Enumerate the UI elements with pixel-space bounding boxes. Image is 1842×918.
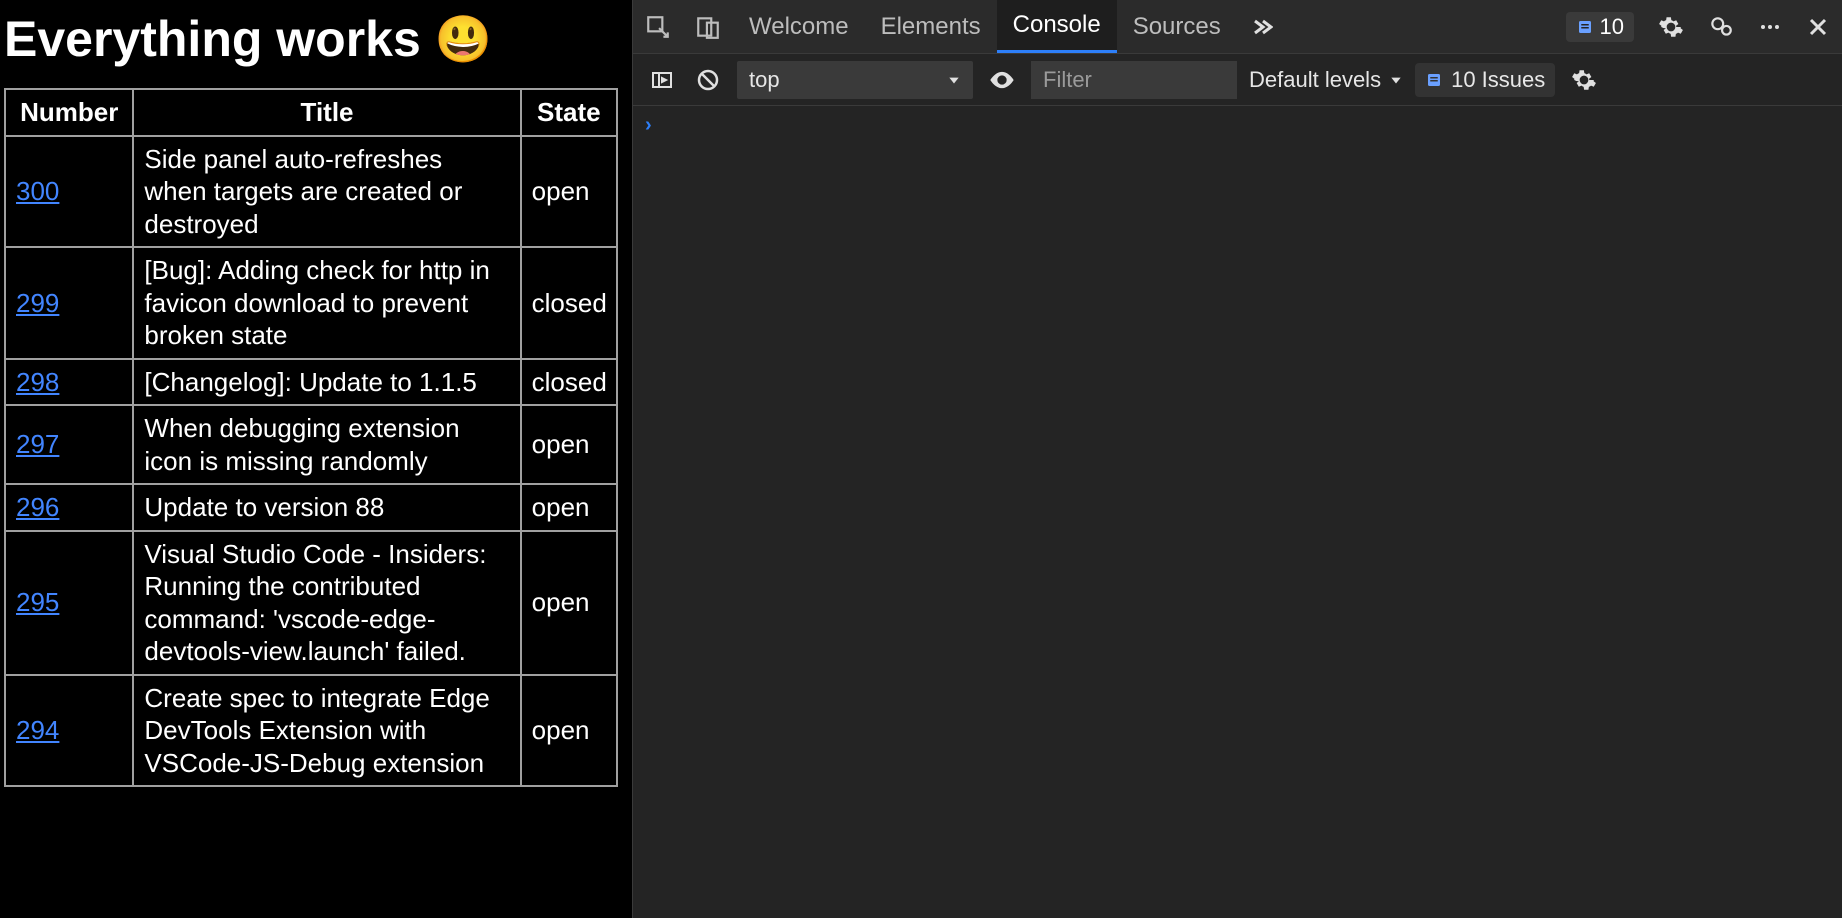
live-expression-icon[interactable] [985,63,1019,97]
device-toolbar-icon[interactable] [683,0,733,53]
issue-number-link[interactable]: 294 [16,715,59,745]
tab-elements[interactable]: Elements [865,0,997,53]
issue-title-cell: When debugging extension icon is missing… [133,405,520,484]
table-row: 297 When debugging extension icon is miss… [5,405,617,484]
smile-emoji-icon: 😃 [435,12,492,67]
issue-state-cell: closed [521,359,617,406]
issue-number-link[interactable]: 299 [16,288,59,318]
toggle-sidebar-icon[interactable] [645,63,679,97]
issue-title-cell: [Changelog]: Update to 1.1.5 [133,359,520,406]
issues-table: Number Title State 300 Side panel auto-re… [4,88,618,787]
issues-badge-count: 10 [1600,14,1624,40]
issues-link-icon [1425,71,1443,89]
log-levels-select[interactable]: Default levels [1249,67,1403,93]
table-row: 296 Update to version 88open [5,484,617,531]
table-row: 295 Visual Studio Code - Insiders: Runnin… [5,531,617,675]
tab-console[interactable]: Console [997,0,1117,53]
close-devtools-icon[interactable] [1794,0,1842,53]
tab-label: Sources [1133,13,1221,41]
table-row: 298 [Changelog]: Update to 1.1.5closed [5,359,617,406]
issue-number-link[interactable]: 296 [16,492,59,522]
log-levels-label: Default levels [1249,67,1381,93]
table-header-row: Number Title State [5,89,617,136]
issue-state-cell: open [521,405,617,484]
page-heading: Everything works 😃 [4,10,632,68]
issue-number-link[interactable]: 297 [16,429,59,459]
context-select-value: top [749,67,780,93]
execution-context-select[interactable]: top [737,61,973,99]
tab-label: Elements [881,13,981,41]
tab-sources[interactable]: Sources [1117,0,1237,53]
filter-input[interactable] [1031,61,1237,99]
table-row: 300 Side panel auto-refreshes when target… [5,136,617,248]
tab-label: Welcome [749,13,849,41]
issues-badge-icon [1576,18,1594,36]
col-header-state: State [521,89,617,136]
col-header-title: Title [133,89,520,136]
chevron-down-icon [1389,73,1403,87]
col-header-number: Number [5,89,133,136]
console-output[interactable]: › [633,106,1842,918]
issue-number-link[interactable]: 295 [16,587,59,617]
console-toolbar: top Default levels 10 Issues [633,54,1842,106]
issues-badge[interactable]: 10 [1554,0,1646,53]
webpage-pane: Everything works 😃 Number Title State 30… [0,0,632,918]
console-settings-icon[interactable] [1567,63,1601,97]
devtools-panel: Welcome Elements Console Sources 10 [632,0,1842,918]
more-menu-icon[interactable] [1746,0,1794,53]
issues-link[interactable]: 10 Issues [1415,63,1555,97]
inspect-element-icon[interactable] [633,0,683,53]
issue-state-cell: open [521,484,617,531]
console-prompt-icon: › [645,114,652,136]
issue-title-cell: Side panel auto-refreshes when targets a… [133,136,520,248]
issue-title-cell: Update to version 88 [133,484,520,531]
issue-state-cell: open [521,531,617,675]
issue-number-link[interactable]: 298 [16,367,59,397]
issue-title-cell: [Bug]: Adding check for http in favicon … [133,247,520,359]
issue-number-link[interactable]: 300 [16,176,59,206]
more-tabs-icon[interactable] [1237,0,1285,53]
issues-link-label: 10 Issues [1451,67,1545,93]
issue-state-cell: closed [521,247,617,359]
issue-title-cell: Create spec to integrate Edge DevTools E… [133,675,520,787]
devtools-tabstrip: Welcome Elements Console Sources 10 [633,0,1842,54]
tab-welcome[interactable]: Welcome [733,0,865,53]
feedback-icon[interactable] [1696,0,1746,53]
clear-console-icon[interactable] [691,63,725,97]
page-heading-text: Everything works [4,10,421,68]
tab-label: Console [1013,11,1101,39]
issue-state-cell: open [521,675,617,787]
table-row: 294 Create spec to integrate Edge DevTool… [5,675,617,787]
table-row: 299 [Bug]: Adding check for http in favic… [5,247,617,359]
chevron-down-icon [947,73,961,87]
issue-title-cell: Visual Studio Code - Insiders: Running t… [133,531,520,675]
issue-state-cell: open [521,136,617,248]
settings-icon[interactable] [1646,0,1696,53]
